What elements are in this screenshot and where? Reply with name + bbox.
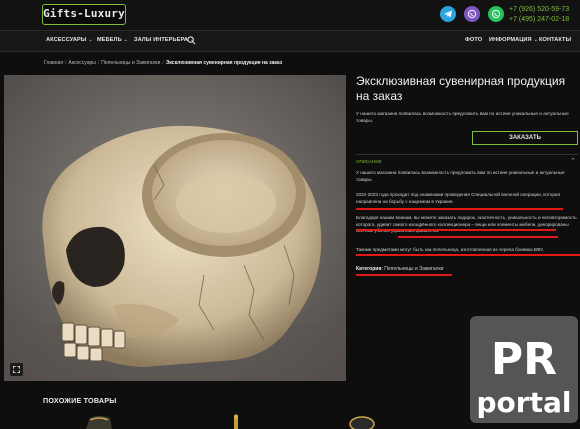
phone-2[interactable]: +7 (495) 247-02-18 <box>509 15 569 25</box>
order-button[interactable]: ЗАКАЗАТЬ <box>472 131 578 145</box>
product-title: Эксклюзивная сувенирная продукция на зак… <box>356 74 566 103</box>
similar-product-thumbnail[interactable] <box>84 414 114 429</box>
breadcrumb-ashtrays[interactable]: Пепельницы и Зажигалки <box>101 60 160 66</box>
category-link[interactable]: Пепельницы и Зажигалки <box>384 266 443 272</box>
nav-accessories[interactable]: АКСЕССУАРЫ ⌄ <box>46 37 93 43</box>
description-label: ОПИСАНИЕ <box>356 159 382 164</box>
watermark-line-2: portal <box>477 386 572 419</box>
site-logo[interactable]: Gifts-Luxury <box>42 4 126 25</box>
breadcrumb: Главная / Аксессуары / Пепельницы и Зажигалк… <box>44 60 283 66</box>
telegram-icon[interactable] <box>440 6 456 22</box>
breadcrumb-current: Эксклюзивная сувенирная продукция на зак… <box>165 60 283 66</box>
description-tab[interactable]: ОПИСАНИЕ ⌃ <box>356 154 578 166</box>
annotation-underline <box>356 208 563 210</box>
phone-1[interactable]: +7 (926) 520-59-73 <box>509 5 569 15</box>
annotation-underline <box>398 236 558 238</box>
description-paragraph-2: 2022-2023 года проходит под знаменами пр… <box>356 192 560 204</box>
product-intro: У нашего магазина появилась возможность … <box>356 111 569 123</box>
nav-furniture[interactable]: МЕБЕЛЬ ⌄ <box>97 37 128 43</box>
category-label: Категория: <box>356 266 383 272</box>
whatsapp-icon[interactable] <box>488 6 504 22</box>
chevron-down-icon: ⌄ <box>123 37 128 43</box>
viber-icon[interactable] <box>464 6 480 22</box>
phone-numbers: +7 (926) 520-59-73 +7 (495) 247-02-18 <box>509 5 569 25</box>
similar-products-title: ПОХОЖИЕ ТОВАРЫ <box>43 396 117 405</box>
main-nav: АКСЕССУАРЫ ⌄ МЕБЕЛЬ ⌄ ЗАЛЫ ИНТЕРЬЕРА ⌄ ФОТО… <box>0 30 580 52</box>
product-image[interactable] <box>4 75 346 381</box>
chevron-up-icon[interactable]: ⌃ <box>570 157 576 165</box>
breadcrumb-home[interactable]: Главная <box>44 60 63 66</box>
nav-photo[interactable]: ФОТО <box>465 37 482 43</box>
similar-product-thumbnail[interactable] <box>230 414 242 429</box>
description-paragraph-4: Такими предметами могут быть как пепельн… <box>356 247 544 252</box>
annotation-underline <box>356 254 580 256</box>
similar-product-thumbnail[interactable] <box>348 414 376 429</box>
description-paragraph-1: У нашего магазина появилась возможность … <box>356 170 565 182</box>
product-category: Категория: Пепельницы и Зажигалки <box>356 266 443 272</box>
nav-interior-halls[interactable]: ЗАЛЫ ИНТЕРЬЕРА ⌄ <box>134 37 194 43</box>
pr-portal-watermark: PR portal <box>470 316 578 423</box>
top-bar: Gifts-Luxury +7 (926) 520-59-73 +7 (495)… <box>0 0 580 30</box>
search-icon[interactable] <box>187 36 196 45</box>
watermark-line-1: PR <box>491 334 557 385</box>
expand-icon <box>13 366 20 373</box>
nav-info[interactable]: ИНФОРМАЦИЯ ⌄ <box>489 37 538 43</box>
chevron-down-icon: ⌄ <box>88 37 93 43</box>
annotation-underline <box>356 229 556 231</box>
chevron-down-icon: ⌄ <box>533 37 538 43</box>
breadcrumb-accessories[interactable]: Аксессуары <box>68 60 95 66</box>
nav-contacts[interactable]: КОНТАКТЫ <box>539 37 571 43</box>
description-paragraph-3: Благодаря нашим воинам, вы можете заказа… <box>356 215 577 234</box>
skull-ashtray-photo <box>4 75 346 381</box>
zoom-button[interactable] <box>10 363 23 376</box>
annotation-underline <box>356 274 452 276</box>
